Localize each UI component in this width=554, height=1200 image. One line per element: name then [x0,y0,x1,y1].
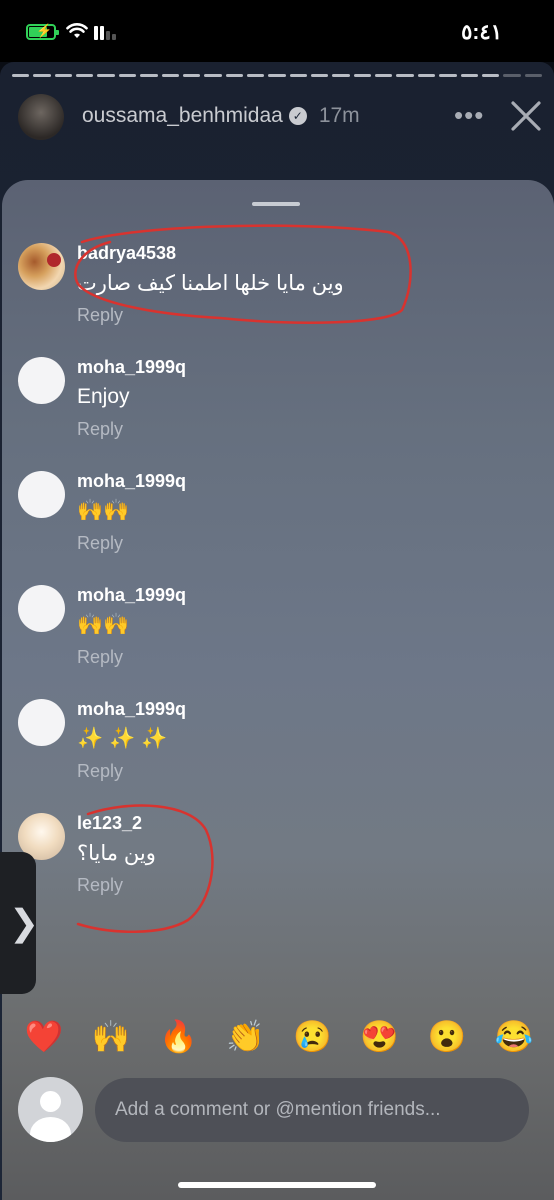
reaction-clap[interactable]: 👏 [225,1018,265,1055]
comment-text: 🙌🙌 [77,499,130,522]
verified-badge-icon: ✓ [288,107,307,125]
story-header: oussama_benhmidaa ✓ 17m ••• [18,94,541,140]
comment-text: ✨ ✨ ✨ [77,727,168,750]
story-author-avatar[interactable] [18,94,64,140]
comment-username[interactable]: moha_1999q [77,471,186,492]
reply-button[interactable]: Reply [77,761,123,782]
wifi-icon [66,23,88,38]
comment-username[interactable]: le123_2 [77,813,142,834]
comment-avatar[interactable] [18,585,65,632]
story-author[interactable]: oussama_benhmidaa ✓ 17m [82,104,360,128]
my-avatar [18,1077,83,1142]
comment-avatar[interactable] [18,471,65,518]
reaction-fire[interactable]: 🔥 [158,1018,198,1055]
reaction-laughing[interactable]: 😂 [494,1018,534,1055]
comment-text: وين مايا؟ [77,842,156,865]
comment-username[interactable]: moha_1999q [77,585,186,606]
comment-avatar[interactable] [18,357,65,404]
comment-input[interactable]: Add a comment or @mention friends... [95,1078,529,1142]
reply-button[interactable]: Reply [77,875,123,896]
more-icon[interactable]: ••• [454,100,484,131]
status-time: ٥:٤١ [461,21,502,44]
reaction-crying[interactable]: 😢 [293,1018,333,1055]
home-indicator[interactable] [178,1182,376,1188]
chevron-right-icon: ❯ [9,902,40,943]
sheet-drag-handle[interactable] [252,202,300,206]
comment-avatar[interactable] [18,699,65,746]
reaction-surprised[interactable]: 😮 [427,1018,467,1055]
reaction-heart[interactable]: ❤️ [24,1018,64,1055]
quick-reactions-bar: ❤️ 🙌 🔥 👏 😢 😍 😮 😂 [24,1018,534,1055]
status-bar: ⚡ ٥:٤١ [0,0,554,62]
reply-button[interactable]: Reply [77,533,123,554]
reaction-heart-eyes[interactable]: 😍 [360,1018,400,1055]
side-expand-tab[interactable]: ❯ [0,852,40,994]
comment-username[interactable]: moha_1999q [77,357,186,378]
comment-username[interactable]: moha_1999q [77,699,186,720]
story-time-ago: 17m [318,104,360,127]
comment-input-placeholder: Add a comment or @mention friends... [115,1099,441,1120]
cellular-signal-icon [94,26,116,40]
close-icon[interactable] [508,98,544,134]
reaction-raising-hands[interactable]: 🙌 [91,1018,131,1055]
comment-text: 🙌🙌 [77,613,130,636]
comment-avatar[interactable] [18,243,65,290]
story-username[interactable]: oussama_benhmidaa [82,104,283,128]
comment-username[interactable]: badrya4538 [77,243,176,264]
comment-text: وين مايا خلها اطمنا كيف صارت [77,272,344,295]
comment-text: Enjoy [77,385,130,408]
reply-button[interactable]: Reply [77,419,123,440]
reply-button[interactable]: Reply [77,647,123,668]
reply-button[interactable]: Reply [77,305,123,326]
battery-icon: ⚡ [26,23,59,40]
story-progress-bar [12,74,542,77]
